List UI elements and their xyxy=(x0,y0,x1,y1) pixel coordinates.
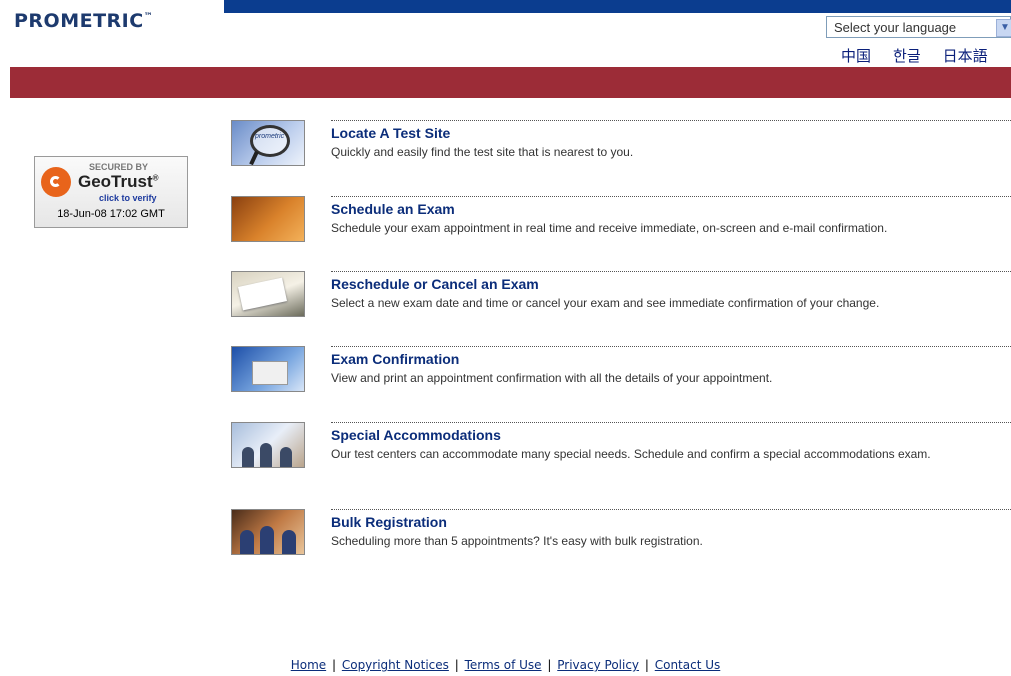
badge-registered-mark: ® xyxy=(152,173,159,183)
bulk-registration-description: Scheduling more than 5 appointments? It'… xyxy=(331,534,703,548)
badge-name: GeoTrust® xyxy=(78,172,159,192)
exam-confirmation-description: View and print an appointment confirmati… xyxy=(331,371,773,385)
dotted-divider xyxy=(331,422,1011,423)
footer-separator: | xyxy=(454,658,459,672)
language-select-value: Select your language xyxy=(834,20,957,35)
person-shape xyxy=(280,447,292,467)
person-shape xyxy=(260,526,274,554)
footer-links: Home | Copyright Notices | Terms of Use … xyxy=(0,658,1011,672)
chevron-down-icon[interactable]: ▼ xyxy=(996,19,1011,37)
footer-link-contact[interactable]: Contact Us xyxy=(655,658,721,672)
locate-test-site-description: Quickly and easily find the test site th… xyxy=(331,145,634,159)
magnifier-handle xyxy=(249,150,259,165)
person-shape xyxy=(260,443,272,467)
dotted-divider xyxy=(331,346,1011,347)
exam-confirmation-image[interactable] xyxy=(231,346,305,392)
special-accommodations-image[interactable] xyxy=(231,422,305,468)
reschedule-exam-image[interactable] xyxy=(231,271,305,317)
bulk-registration-image[interactable] xyxy=(231,509,305,555)
footer-link-privacy[interactable]: Privacy Policy xyxy=(557,658,639,672)
special-accommodations-description: Our test centers can accommodate many sp… xyxy=(331,447,931,461)
logo-text: PROMETRIC xyxy=(14,10,144,32)
geotrust-logo-icon xyxy=(41,167,71,197)
person-shape xyxy=(282,530,296,554)
language-link-chinese[interactable]: 中国 xyxy=(841,48,871,65)
schedule-exam-description: Schedule your exam appointment in real t… xyxy=(331,221,888,235)
dotted-divider xyxy=(331,271,1011,272)
badge-name-text: GeoTrust xyxy=(78,172,153,191)
badge-verify-link[interactable]: click to verify xyxy=(99,193,157,203)
trademark-mark: ™ xyxy=(143,12,154,22)
dotted-divider xyxy=(331,120,1011,121)
locate-test-site-image[interactable]: prometric xyxy=(231,120,305,166)
schedule-exam-image[interactable] xyxy=(231,196,305,242)
schedule-exam-link[interactable]: Schedule an Exam xyxy=(331,201,455,217)
paper-shape xyxy=(237,277,288,311)
language-link-japanese[interactable]: 日本語 xyxy=(943,48,988,65)
footer-separator: | xyxy=(547,658,552,672)
thumbnail-caption: prometric xyxy=(255,133,285,140)
badge-timestamp: 18-Jun-08 17:02 GMT xyxy=(57,208,165,220)
footer-link-copyright[interactable]: Copyright Notices xyxy=(342,658,449,672)
footer-link-home[interactable]: Home xyxy=(291,658,326,672)
footer-separator: | xyxy=(331,658,337,672)
footer-link-terms[interactable]: Terms of Use xyxy=(465,658,542,672)
badge-secured-by: SECURED BY xyxy=(89,162,149,172)
language-select[interactable]: Select your language ▼ xyxy=(826,16,1011,38)
dotted-divider xyxy=(331,509,1011,510)
header-divider-bar xyxy=(10,67,1011,98)
special-accommodations-link[interactable]: Special Accommodations xyxy=(331,427,501,443)
dotted-divider xyxy=(331,196,1011,197)
exam-confirmation-link[interactable]: Exam Confirmation xyxy=(331,351,459,367)
reschedule-exam-description: Select a new exam date and time or cance… xyxy=(331,296,880,310)
person-shape xyxy=(240,530,254,554)
top-banner-bar xyxy=(224,0,1011,13)
person-shape xyxy=(242,447,254,467)
language-link-korean[interactable]: 한글 xyxy=(893,48,921,65)
language-links: 中国 한글 日本語 xyxy=(841,45,1010,66)
footer-separator: | xyxy=(644,658,649,672)
locate-test-site-link[interactable]: Locate A Test Site xyxy=(331,125,450,141)
reschedule-exam-link[interactable]: Reschedule or Cancel an Exam xyxy=(331,276,539,292)
geotrust-badge[interactable]: SECURED BY GeoTrust® click to verify 18-… xyxy=(34,156,188,228)
bulk-registration-link[interactable]: Bulk Registration xyxy=(331,514,447,530)
printer-icon xyxy=(252,361,288,385)
prometric-logo[interactable]: PROMETRIC™ xyxy=(14,10,153,32)
